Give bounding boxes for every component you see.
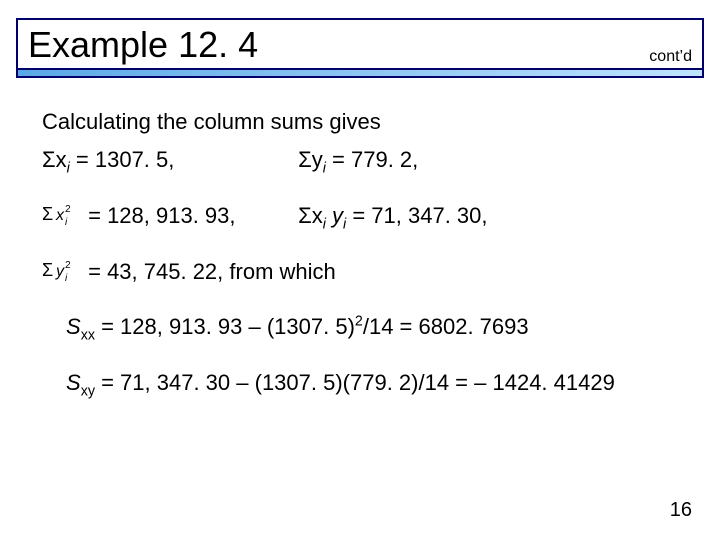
svg-text:i: i <box>65 217 68 226</box>
sum-xiyi-x: Σx <box>298 203 323 228</box>
sxx-val-a: = 128, 913. 93 – (1307. 5) <box>95 314 355 339</box>
sxy-sub: xy <box>81 383 95 399</box>
sum-yi2-val: = 43, 745. 22, from which <box>82 259 336 284</box>
sum-xi: Σxi = 1307. 5, <box>42 146 292 178</box>
sum-xi2: Σx2 i = 128, 913. 93, <box>42 202 292 233</box>
slide: Example 12. 4 cont’d Calculating the col… <box>0 0 720 540</box>
sigma-xi2-icon: Σx2 i <box>42 202 80 233</box>
svg-text:x: x <box>55 207 65 224</box>
sum-yi-sym: Σy <box>298 147 323 172</box>
svg-text:i: i <box>65 273 68 282</box>
svg-text:2: 2 <box>65 204 71 215</box>
sxx-sub: xx <box>81 327 95 343</box>
sum-xi-sym: Σx <box>42 147 67 172</box>
title-box: Example 12. 4 <box>16 18 704 70</box>
sum-xi-val: = 1307. 5, <box>70 147 175 172</box>
sxy-val: = 71, 347. 30 – (1307. 5)(779. 2)/14 = –… <box>95 370 615 395</box>
continued-label: cont’d <box>649 48 692 66</box>
title-underline <box>16 70 704 78</box>
title-block: Example 12. 4 <box>16 18 704 78</box>
sxx-sup2: 2 <box>355 313 363 329</box>
page-number: 16 <box>670 499 692 522</box>
sum-xi2-val: = 128, 913. 93, <box>82 203 236 228</box>
sum-xiyi-val: = 71, 347. 30, <box>346 203 487 228</box>
svg-text:2: 2 <box>65 260 71 271</box>
svg-text:Σ: Σ <box>42 260 53 280</box>
sxy-S: S <box>66 370 81 395</box>
sum-yi: Σyi = 779. 2, <box>298 146 418 178</box>
slide-title: Example 12. 4 <box>28 24 258 65</box>
svg-text:y: y <box>55 263 65 280</box>
body-content: Calculating the column sums gives Σxi = … <box>42 108 682 411</box>
sum-yi-val: = 779. 2, <box>326 147 418 172</box>
sigma-yi2-icon: Σy2 i <box>42 258 80 289</box>
svg-text:Σ: Σ <box>42 204 53 224</box>
sum-xiyi: Σxi yi = 71, 347. 30, <box>298 202 487 234</box>
sxx-S: S <box>66 314 81 339</box>
line-sxx: Sxx = 128, 913. 93 – (1307. 5)2/14 = 680… <box>66 313 682 345</box>
line-sum-yi2: Σy2 i = 43, 745. 22, from which <box>42 258 682 289</box>
line-sxy: Sxy = 71, 347. 30 – (1307. 5)(779. 2)/14… <box>66 369 682 401</box>
sxx-val-b: /14 = 6802. 7693 <box>363 314 529 339</box>
line-sum-xi2-xiyi: Σx2i = 128, 913. 93, Σxi yi = 71, 347. 3… <box>42 202 682 234</box>
sum-xiyi-y: y <box>326 203 343 228</box>
line-intro: Calculating the column sums gives <box>42 108 682 136</box>
line-sum-xi-yi: Σxi = 1307. 5, Σyi = 779. 2, <box>42 146 682 178</box>
